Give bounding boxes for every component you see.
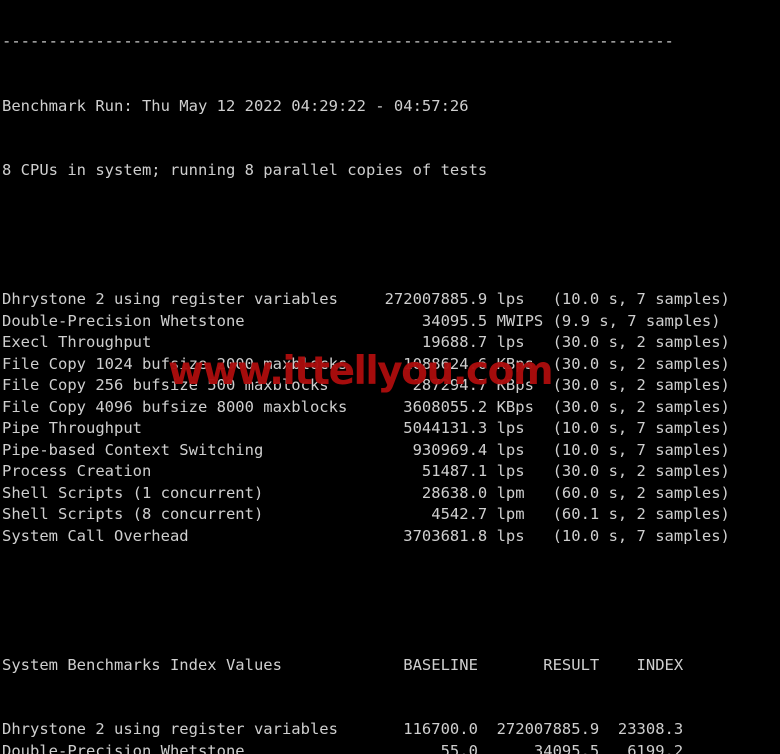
result-row: Dhrystone 2 using register variables 272…	[2, 289, 780, 311]
index-row: Double-Precision Whetstone 55.0 34095.5 …	[2, 741, 780, 754]
result-row: Pipe Throughput 5044131.3 lps (10.0 s, 7…	[2, 418, 780, 440]
result-row: File Copy 256 bufsize 500 maxblocks 2872…	[2, 375, 780, 397]
index-table-header: System Benchmarks Index Values BASELINE …	[2, 655, 780, 677]
index-row: Dhrystone 2 using register variables 116…	[2, 719, 780, 741]
result-row: Shell Scripts (8 concurrent) 4542.7 lpm …	[2, 504, 780, 526]
spacer	[2, 590, 780, 612]
result-row: Shell Scripts (1 concurrent) 28638.0 lpm…	[2, 483, 780, 505]
top-rule: ----------------------------------------…	[2, 31, 780, 53]
index-table-block: Dhrystone 2 using register variables 116…	[2, 719, 780, 754]
result-row: Execl Throughput 19688.7 lps (30.0 s, 2 …	[2, 332, 780, 354]
result-row: Pipe-based Context Switching 930969.4 lp…	[2, 440, 780, 462]
terminal-window[interactable]: ----------------------------------------…	[0, 0, 780, 754]
cpu-count-line: 8 CPUs in system; running 8 parallel cop…	[2, 160, 780, 182]
result-row: Process Creation 51487.1 lps (30.0 s, 2 …	[2, 461, 780, 483]
terminal-output: ----------------------------------------…	[2, 0, 780, 754]
result-row: Double-Precision Whetstone 34095.5 MWIPS…	[2, 311, 780, 333]
benchmark-run-header: Benchmark Run: Thu May 12 2022 04:29:22 …	[2, 96, 780, 118]
results-block: Dhrystone 2 using register variables 272…	[2, 289, 780, 547]
result-row: File Copy 4096 bufsize 8000 maxblocks 36…	[2, 397, 780, 419]
result-row: System Call Overhead 3703681.8 lps (10.0…	[2, 526, 780, 548]
spacer	[2, 225, 780, 247]
result-row: File Copy 1024 bufsize 2000 maxblocks 10…	[2, 354, 780, 376]
